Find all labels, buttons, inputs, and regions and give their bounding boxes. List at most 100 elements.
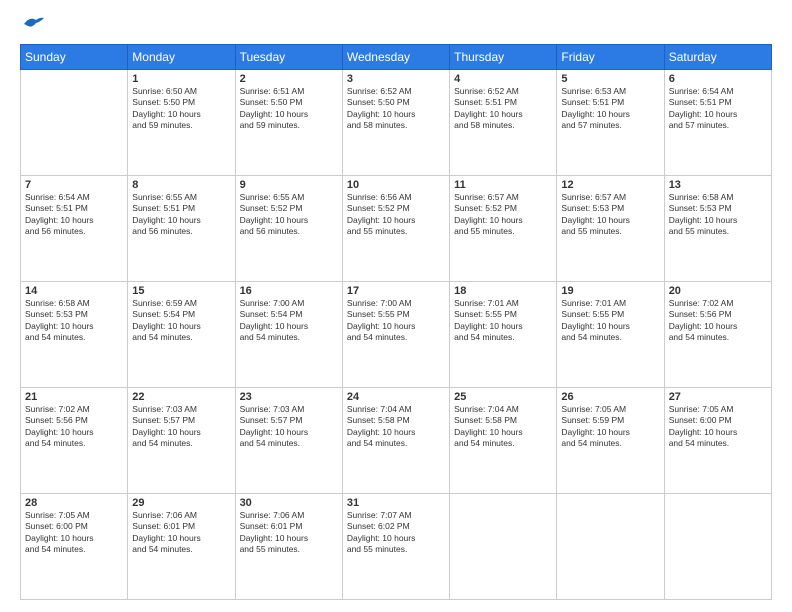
calendar-cell: 10Sunrise: 6:56 AM Sunset: 5:52 PM Dayli… xyxy=(342,176,449,282)
calendar-table: SundayMondayTuesdayWednesdayThursdayFrid… xyxy=(20,44,772,600)
cell-content: Sunrise: 6:53 AM Sunset: 5:51 PM Dayligh… xyxy=(561,86,659,132)
calendar-week-2: 7Sunrise: 6:54 AM Sunset: 5:51 PM Daylig… xyxy=(21,176,772,282)
cell-content: Sunrise: 6:59 AM Sunset: 5:54 PM Dayligh… xyxy=(132,298,230,344)
logo-bird-icon xyxy=(22,16,44,32)
calendar-cell: 9Sunrise: 6:55 AM Sunset: 5:52 PM Daylig… xyxy=(235,176,342,282)
day-number: 17 xyxy=(347,285,445,297)
day-number: 24 xyxy=(347,391,445,403)
header xyxy=(20,16,772,34)
calendar-cell: 18Sunrise: 7:01 AM Sunset: 5:55 PM Dayli… xyxy=(450,282,557,388)
calendar-week-3: 14Sunrise: 6:58 AM Sunset: 5:53 PM Dayli… xyxy=(21,282,772,388)
day-header-wednesday: Wednesday xyxy=(342,45,449,70)
day-number: 27 xyxy=(669,391,767,403)
day-number: 29 xyxy=(132,497,230,509)
calendar-cell: 22Sunrise: 7:03 AM Sunset: 5:57 PM Dayli… xyxy=(128,388,235,494)
cell-content: Sunrise: 7:00 AM Sunset: 5:54 PM Dayligh… xyxy=(240,298,338,344)
calendar-cell: 16Sunrise: 7:00 AM Sunset: 5:54 PM Dayli… xyxy=(235,282,342,388)
day-number: 18 xyxy=(454,285,552,297)
cell-content: Sunrise: 7:04 AM Sunset: 5:58 PM Dayligh… xyxy=(454,404,552,450)
cell-content: Sunrise: 7:05 AM Sunset: 6:00 PM Dayligh… xyxy=(669,404,767,450)
day-number: 5 xyxy=(561,73,659,85)
day-number: 28 xyxy=(25,497,123,509)
calendar-cell: 2Sunrise: 6:51 AM Sunset: 5:50 PM Daylig… xyxy=(235,70,342,176)
day-number: 10 xyxy=(347,179,445,191)
calendar-cell: 1Sunrise: 6:50 AM Sunset: 5:50 PM Daylig… xyxy=(128,70,235,176)
day-number: 20 xyxy=(669,285,767,297)
calendar-header-row: SundayMondayTuesdayWednesdayThursdayFrid… xyxy=(21,45,772,70)
day-number: 1 xyxy=(132,73,230,85)
calendar-cell: 8Sunrise: 6:55 AM Sunset: 5:51 PM Daylig… xyxy=(128,176,235,282)
day-number: 11 xyxy=(454,179,552,191)
day-number: 14 xyxy=(25,285,123,297)
calendar-cell: 12Sunrise: 6:57 AM Sunset: 5:53 PM Dayli… xyxy=(557,176,664,282)
cell-content: Sunrise: 6:58 AM Sunset: 5:53 PM Dayligh… xyxy=(669,192,767,238)
day-number: 21 xyxy=(25,391,123,403)
day-number: 15 xyxy=(132,285,230,297)
calendar-cell: 28Sunrise: 7:05 AM Sunset: 6:00 PM Dayli… xyxy=(21,494,128,600)
calendar-cell: 30Sunrise: 7:06 AM Sunset: 6:01 PM Dayli… xyxy=(235,494,342,600)
cell-content: Sunrise: 7:06 AM Sunset: 6:01 PM Dayligh… xyxy=(132,510,230,556)
cell-content: Sunrise: 6:52 AM Sunset: 5:50 PM Dayligh… xyxy=(347,86,445,132)
calendar-cell: 17Sunrise: 7:00 AM Sunset: 5:55 PM Dayli… xyxy=(342,282,449,388)
calendar-cell: 23Sunrise: 7:03 AM Sunset: 5:57 PM Dayli… xyxy=(235,388,342,494)
calendar-cell: 25Sunrise: 7:04 AM Sunset: 5:58 PM Dayli… xyxy=(450,388,557,494)
cell-content: Sunrise: 7:07 AM Sunset: 6:02 PM Dayligh… xyxy=(347,510,445,556)
cell-content: Sunrise: 7:04 AM Sunset: 5:58 PM Dayligh… xyxy=(347,404,445,450)
calendar-cell: 27Sunrise: 7:05 AM Sunset: 6:00 PM Dayli… xyxy=(664,388,771,494)
day-number: 30 xyxy=(240,497,338,509)
calendar-cell: 26Sunrise: 7:05 AM Sunset: 5:59 PM Dayli… xyxy=(557,388,664,494)
cell-content: Sunrise: 6:54 AM Sunset: 5:51 PM Dayligh… xyxy=(25,192,123,238)
calendar-cell: 15Sunrise: 6:59 AM Sunset: 5:54 PM Dayli… xyxy=(128,282,235,388)
day-number: 26 xyxy=(561,391,659,403)
day-header-friday: Friday xyxy=(557,45,664,70)
calendar-cell: 14Sunrise: 6:58 AM Sunset: 5:53 PM Dayli… xyxy=(21,282,128,388)
cell-content: Sunrise: 6:55 AM Sunset: 5:52 PM Dayligh… xyxy=(240,192,338,238)
cell-content: Sunrise: 7:06 AM Sunset: 6:01 PM Dayligh… xyxy=(240,510,338,556)
logo xyxy=(20,16,44,34)
cell-content: Sunrise: 6:54 AM Sunset: 5:51 PM Dayligh… xyxy=(669,86,767,132)
calendar-cell: 19Sunrise: 7:01 AM Sunset: 5:55 PM Dayli… xyxy=(557,282,664,388)
page: SundayMondayTuesdayWednesdayThursdayFrid… xyxy=(0,0,792,612)
cell-content: Sunrise: 6:50 AM Sunset: 5:50 PM Dayligh… xyxy=(132,86,230,132)
day-number: 12 xyxy=(561,179,659,191)
cell-content: Sunrise: 7:01 AM Sunset: 5:55 PM Dayligh… xyxy=(454,298,552,344)
cell-content: Sunrise: 6:56 AM Sunset: 5:52 PM Dayligh… xyxy=(347,192,445,238)
day-number: 2 xyxy=(240,73,338,85)
cell-content: Sunrise: 6:55 AM Sunset: 5:51 PM Dayligh… xyxy=(132,192,230,238)
cell-content: Sunrise: 6:57 AM Sunset: 5:53 PM Dayligh… xyxy=(561,192,659,238)
cell-content: Sunrise: 6:52 AM Sunset: 5:51 PM Dayligh… xyxy=(454,86,552,132)
day-number: 6 xyxy=(669,73,767,85)
calendar-cell xyxy=(450,494,557,600)
calendar-cell: 11Sunrise: 6:57 AM Sunset: 5:52 PM Dayli… xyxy=(450,176,557,282)
calendar-cell xyxy=(664,494,771,600)
calendar-cell: 24Sunrise: 7:04 AM Sunset: 5:58 PM Dayli… xyxy=(342,388,449,494)
calendar-week-4: 21Sunrise: 7:02 AM Sunset: 5:56 PM Dayli… xyxy=(21,388,772,494)
calendar-cell: 5Sunrise: 6:53 AM Sunset: 5:51 PM Daylig… xyxy=(557,70,664,176)
day-number: 23 xyxy=(240,391,338,403)
calendar-cell: 4Sunrise: 6:52 AM Sunset: 5:51 PM Daylig… xyxy=(450,70,557,176)
calendar-cell: 21Sunrise: 7:02 AM Sunset: 5:56 PM Dayli… xyxy=(21,388,128,494)
calendar-cell: 29Sunrise: 7:06 AM Sunset: 6:01 PM Dayli… xyxy=(128,494,235,600)
cell-content: Sunrise: 7:00 AM Sunset: 5:55 PM Dayligh… xyxy=(347,298,445,344)
day-header-sunday: Sunday xyxy=(21,45,128,70)
day-header-tuesday: Tuesday xyxy=(235,45,342,70)
day-number: 9 xyxy=(240,179,338,191)
calendar-cell xyxy=(21,70,128,176)
calendar-cell: 20Sunrise: 7:02 AM Sunset: 5:56 PM Dayli… xyxy=(664,282,771,388)
day-number: 3 xyxy=(347,73,445,85)
calendar-cell: 7Sunrise: 6:54 AM Sunset: 5:51 PM Daylig… xyxy=(21,176,128,282)
cell-content: Sunrise: 6:57 AM Sunset: 5:52 PM Dayligh… xyxy=(454,192,552,238)
calendar-week-5: 28Sunrise: 7:05 AM Sunset: 6:00 PM Dayli… xyxy=(21,494,772,600)
cell-content: Sunrise: 7:03 AM Sunset: 5:57 PM Dayligh… xyxy=(240,404,338,450)
day-number: 4 xyxy=(454,73,552,85)
day-header-saturday: Saturday xyxy=(664,45,771,70)
day-header-monday: Monday xyxy=(128,45,235,70)
calendar-cell: 13Sunrise: 6:58 AM Sunset: 5:53 PM Dayli… xyxy=(664,176,771,282)
day-number: 8 xyxy=(132,179,230,191)
calendar-cell: 3Sunrise: 6:52 AM Sunset: 5:50 PM Daylig… xyxy=(342,70,449,176)
calendar-week-1: 1Sunrise: 6:50 AM Sunset: 5:50 PM Daylig… xyxy=(21,70,772,176)
cell-content: Sunrise: 7:02 AM Sunset: 5:56 PM Dayligh… xyxy=(669,298,767,344)
day-number: 13 xyxy=(669,179,767,191)
day-number: 22 xyxy=(132,391,230,403)
cell-content: Sunrise: 6:51 AM Sunset: 5:50 PM Dayligh… xyxy=(240,86,338,132)
